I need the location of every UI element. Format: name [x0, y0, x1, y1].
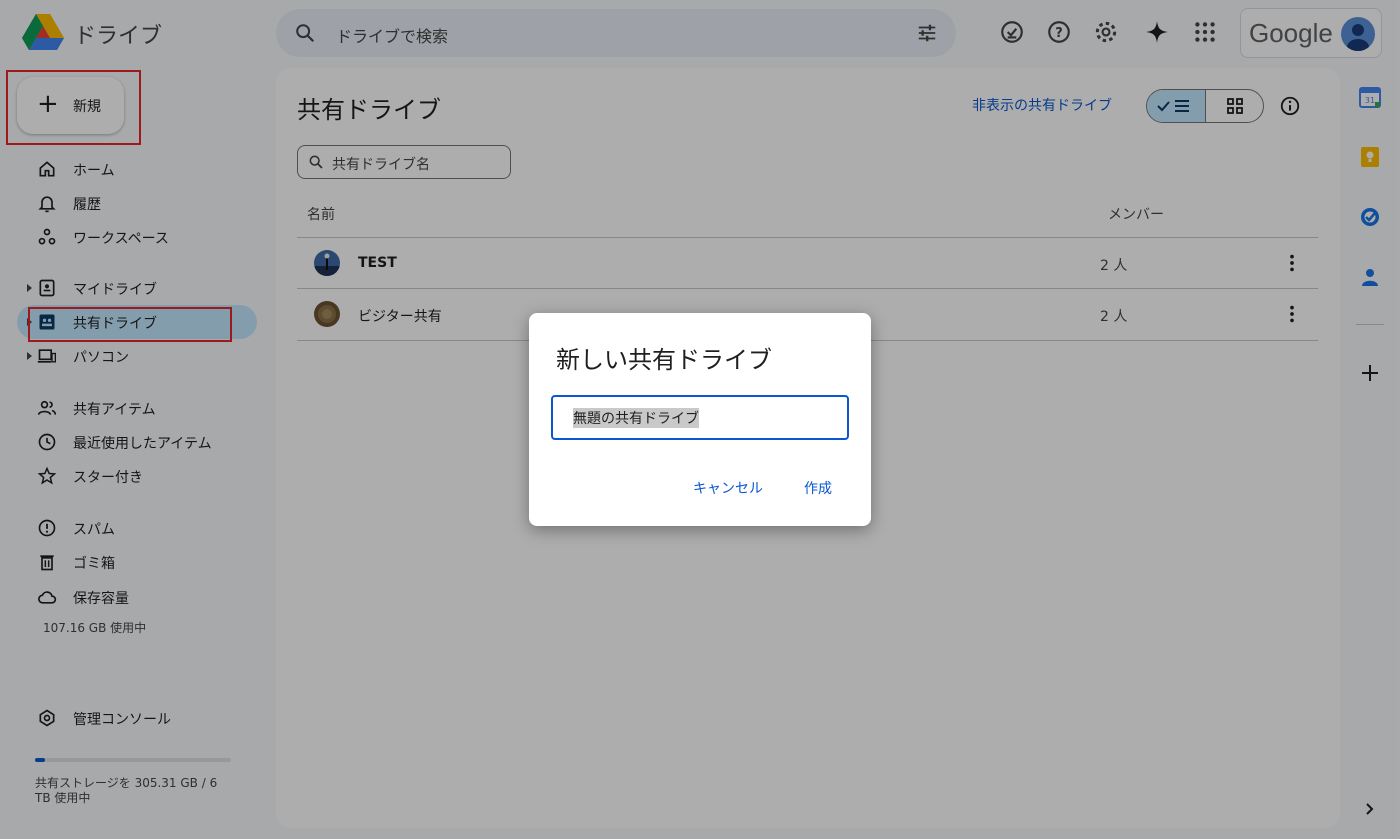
create-button[interactable]: 作成 [804, 478, 832, 498]
shared-drive-name-input[interactable] [551, 395, 849, 440]
cancel-button[interactable]: キャンセル [693, 478, 763, 498]
new-shared-drive-dialog: 新しい共有ドライブ キャンセル 作成 [529, 313, 871, 526]
dialog-title: 新しい共有ドライブ [556, 346, 772, 374]
